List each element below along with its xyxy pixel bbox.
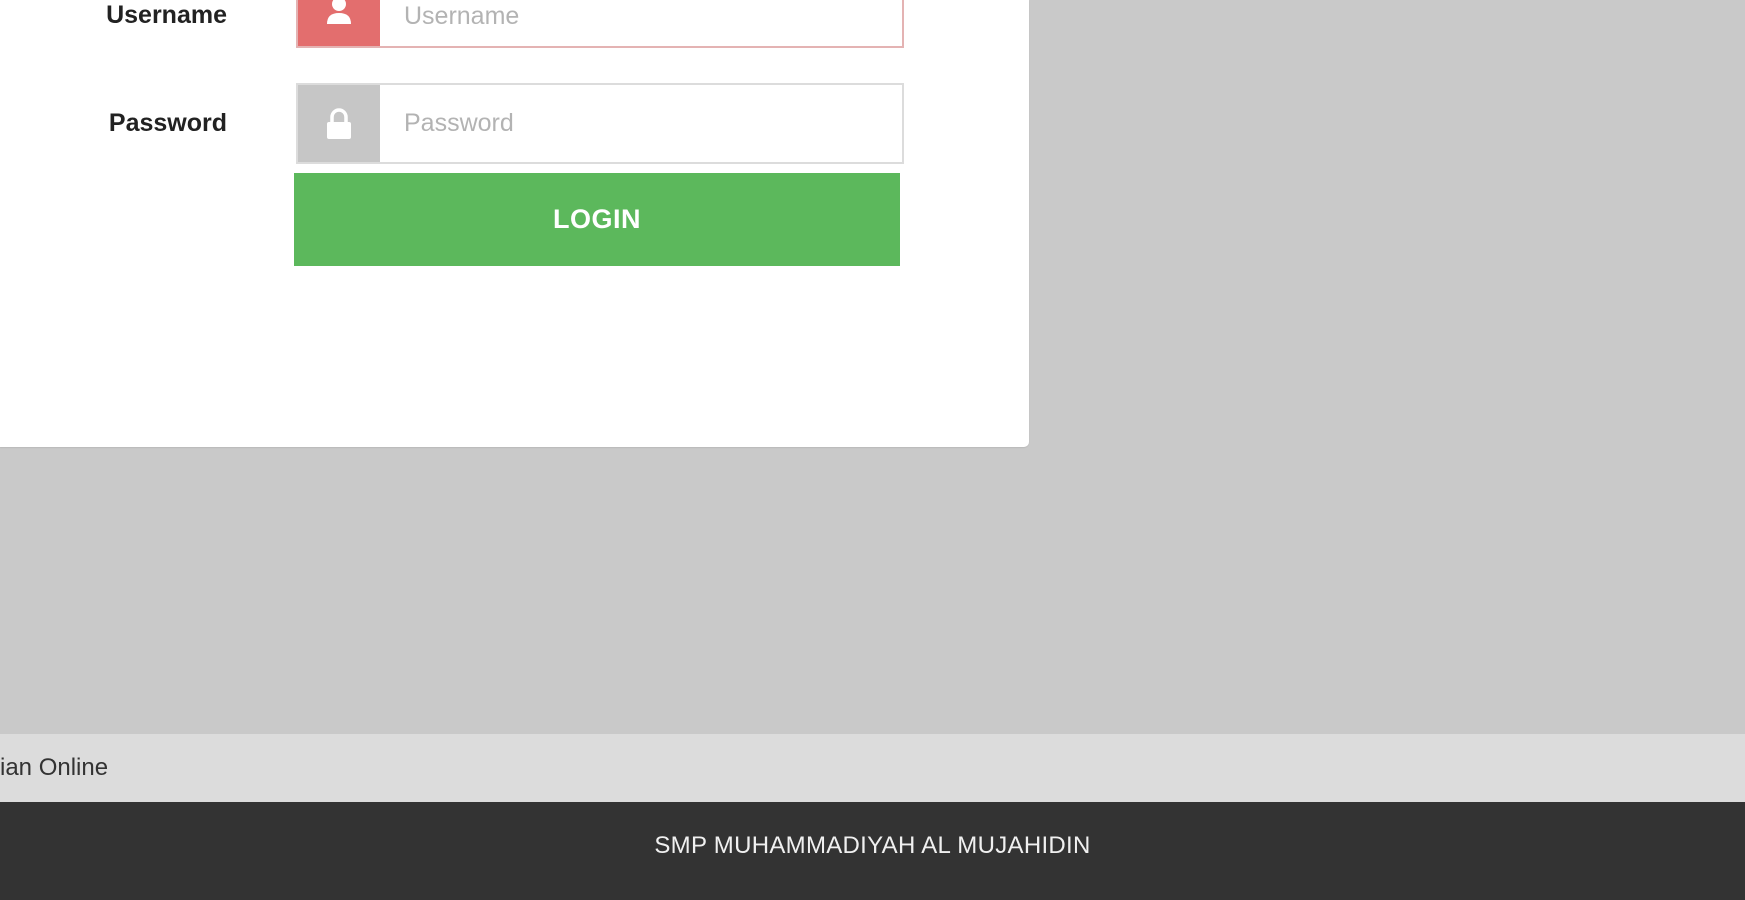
login-page: Username Password	[0, 0, 1745, 900]
user-icon	[298, 0, 380, 46]
footer-school-name: SMP MUHAMMADIYAH AL MUJAHIDIN	[654, 832, 1091, 859]
lock-icon	[298, 85, 380, 162]
login-card: Username Password	[0, 0, 1029, 447]
footer: SMP MUHAMMADIYAH AL MUJAHIDIN	[0, 802, 1745, 900]
username-input-group	[296, 0, 904, 48]
password-input-group	[296, 83, 904, 164]
username-input[interactable]	[380, 0, 902, 46]
username-row: Username	[0, 0, 1029, 48]
login-button[interactable]: LOGIN	[294, 173, 900, 266]
password-label: Password	[108, 109, 227, 137]
password-row: Password	[0, 83, 1029, 164]
password-input[interactable]	[380, 85, 902, 162]
subfooter-bar: ian Online	[0, 734, 1745, 802]
username-label: Username	[106, 1, 227, 29]
subfooter-text: ian Online	[0, 754, 109, 781]
